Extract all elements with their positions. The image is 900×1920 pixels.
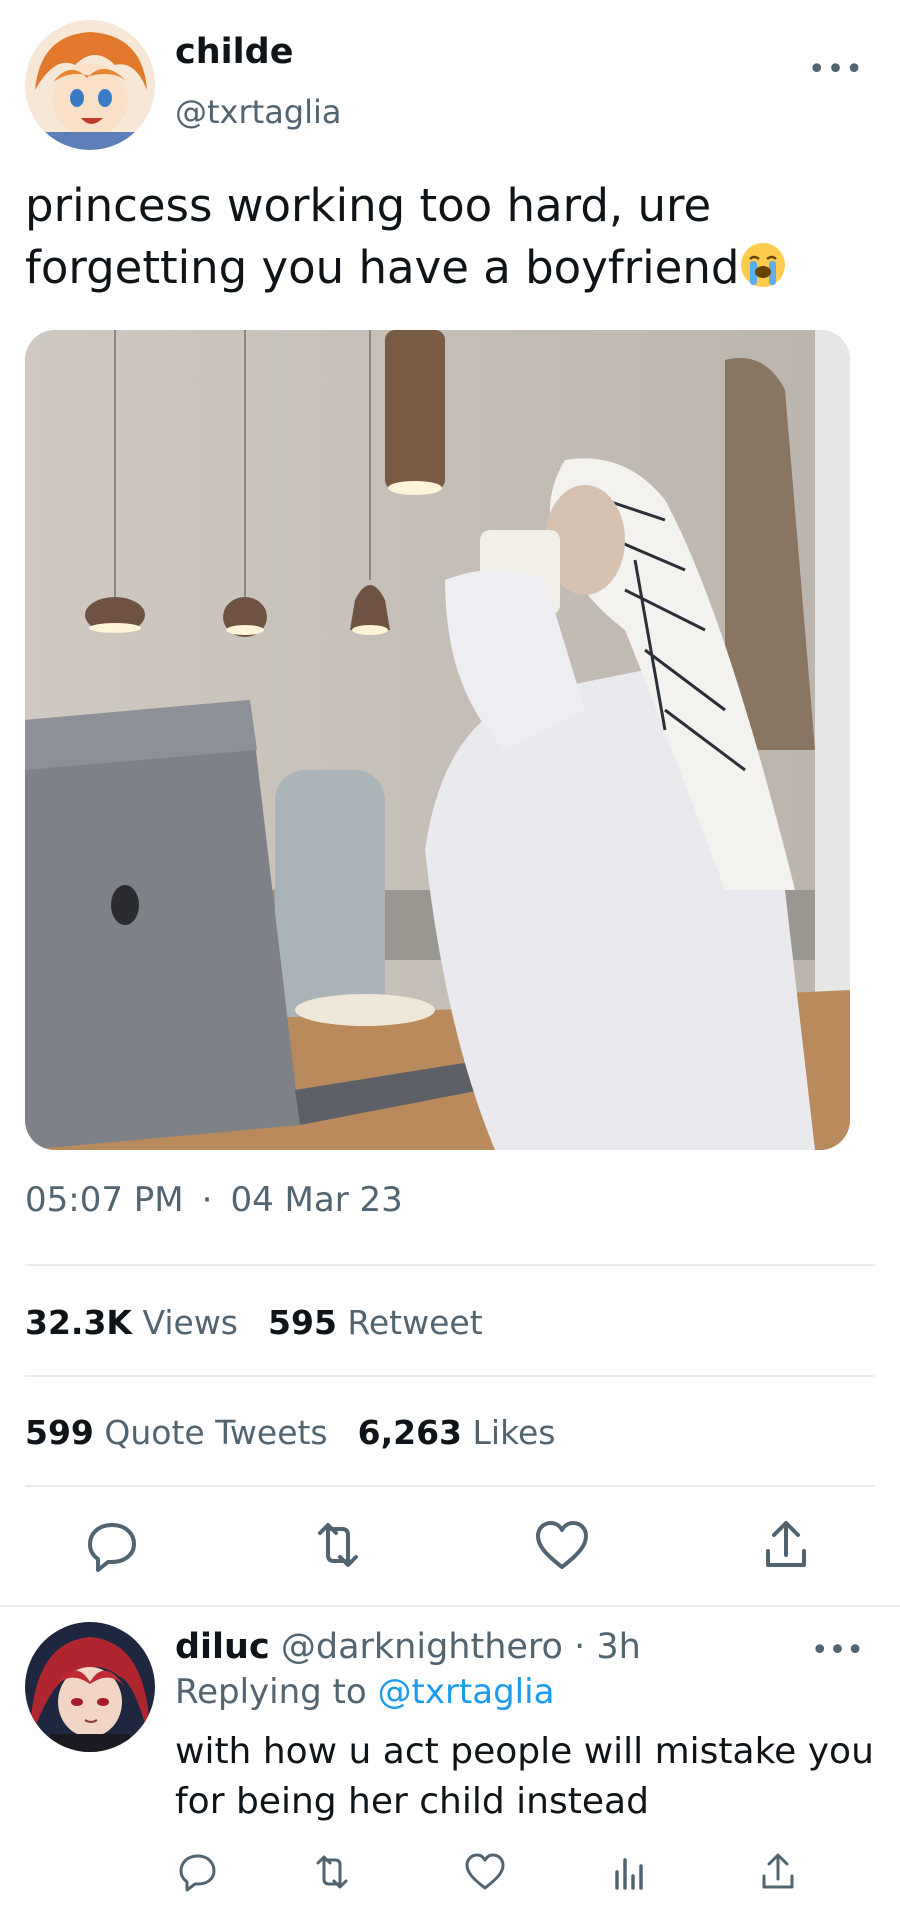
tweet-time: 05:07 PM — [25, 1180, 184, 1220]
quotes-label: Quote Tweets — [104, 1413, 328, 1452]
tweet-text: princess working too hard, ure forgettin… — [25, 175, 885, 299]
divider — [25, 1485, 875, 1487]
like-icon[interactable] — [532, 1515, 592, 1575]
divider — [0, 1605, 900, 1607]
views-count: 32.3K — [25, 1303, 132, 1342]
reply-text: with how u act people will mistake you f… — [175, 1731, 874, 1822]
views-stat[interactable]: 32.3K Views — [25, 1303, 238, 1342]
reply-author-handle[interactable]: @darknighthero — [281, 1627, 563, 1667]
reply-author-avatar[interactable] — [25, 1622, 155, 1752]
retweets-count: 595 — [268, 1303, 337, 1342]
replying-prefix: Replying to — [175, 1672, 367, 1712]
share-icon[interactable] — [756, 1850, 800, 1894]
tweet-date: 04 Mar 23 — [230, 1180, 403, 1220]
retweet-icon[interactable] — [308, 1515, 368, 1575]
reply-action-bar — [0, 1850, 900, 1905]
reply-author-name[interactable]: diluc — [175, 1627, 270, 1667]
divider — [25, 1264, 875, 1266]
tweet-photo[interactable] — [25, 330, 850, 1150]
separator: · — [201, 1180, 213, 1220]
retweets-label: Retweet — [347, 1303, 483, 1342]
retweets-stat[interactable]: 595 Retweet — [268, 1303, 483, 1342]
views-icon[interactable] — [609, 1850, 653, 1894]
like-icon[interactable] — [463, 1850, 507, 1894]
reply-icon[interactable] — [82, 1515, 142, 1575]
reply-more-options-icon[interactable]: ••• — [811, 1633, 864, 1668]
author-name[interactable]: childe — [175, 32, 293, 72]
tweet-body: princess working too hard, ure forgettin… — [25, 179, 740, 294]
retweet-icon[interactable] — [310, 1850, 354, 1894]
views-label: Views — [142, 1303, 239, 1342]
tweet-timestamp[interactable]: 05:07 PM · 04 Mar 23 — [25, 1180, 403, 1220]
quotes-stat[interactable]: 599 Quote Tweets — [25, 1413, 328, 1452]
tweet-action-bar — [0, 1515, 900, 1585]
stats-row-views: 32.3K Views 595 Retweet — [25, 1303, 483, 1342]
replying-to-line: Replying to @txrtaglia — [175, 1672, 554, 1712]
quotes-count: 599 — [25, 1413, 94, 1452]
reply-header: diluc @darknighthero · 3h — [175, 1627, 641, 1667]
author-avatar[interactable] — [25, 20, 155, 150]
stats-row-likes: 599 Quote Tweets 6,263 Likes — [25, 1413, 556, 1452]
likes-stat[interactable]: 6,263 Likes — [358, 1413, 556, 1452]
replying-to-link[interactable]: @txrtaglia — [378, 1672, 555, 1712]
likes-count: 6,263 — [357, 1413, 463, 1452]
loudly-crying-face-icon — [739, 241, 787, 289]
share-icon[interactable] — [756, 1515, 816, 1575]
divider — [25, 1375, 875, 1377]
reply-time: · 3h — [574, 1627, 641, 1667]
likes-label: Likes — [472, 1413, 556, 1452]
reply-icon[interactable] — [176, 1850, 220, 1894]
more-options-icon[interactable]: ••• — [808, 52, 864, 87]
author-handle[interactable]: @txrtaglia — [175, 93, 342, 131]
